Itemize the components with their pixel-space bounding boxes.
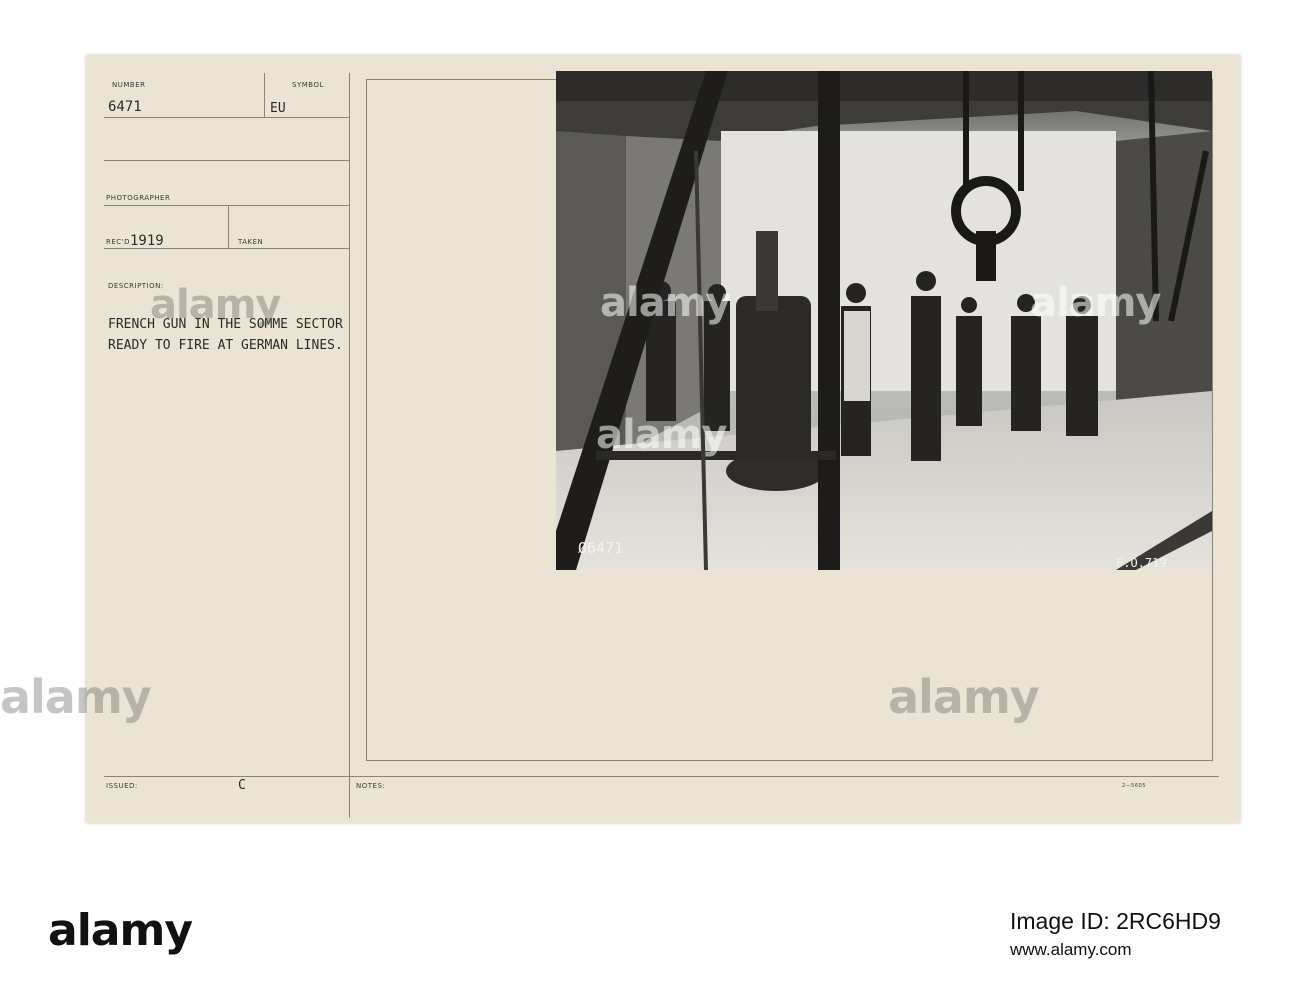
watermark-center-photo: alamy [600, 280, 731, 326]
mount-left [366, 79, 367, 760]
negative-number: Ø6471 [578, 539, 623, 557]
number-value: 6471 [108, 99, 142, 115]
taken-label: TAKEN [238, 238, 264, 246]
watermark-left: alamy [150, 282, 281, 328]
rule-2 [104, 160, 349, 161]
watermark-right-photo: alamy [1030, 280, 1161, 326]
notes-label: NOTES: [356, 782, 386, 790]
header-rule [104, 117, 349, 118]
rule-3 [104, 205, 349, 206]
recd-label: REC'D [106, 238, 130, 246]
watermark-mid-photo: alamy [596, 412, 727, 458]
photographer-label: PHOTOGRAPHER [106, 194, 171, 202]
description-line-2: READY TO FIRE AT GERMAN LINES. [108, 338, 343, 353]
brand-logo: alamy [48, 905, 193, 956]
header-divider [264, 73, 265, 118]
mount-bottom [366, 760, 1213, 761]
site-url: www.alamy.com [1010, 940, 1132, 959]
image-id: Image ID: 2RC6HD9 [1010, 908, 1221, 934]
issued-value: C [238, 778, 246, 793]
corner-code: F.O.719 [1116, 556, 1167, 570]
form-code: 2—5605 [1122, 783, 1146, 789]
symbol-value: EU [270, 101, 286, 116]
rule-4 [104, 248, 349, 249]
number-label: NUMBER [112, 81, 146, 89]
recd-value: 1919 [130, 233, 164, 249]
left-column-divider [349, 73, 350, 818]
issued-label: ISSUED: [106, 782, 138, 790]
symbol-label: SYMBOL [292, 81, 324, 89]
recd-divider [228, 205, 229, 249]
watermark-bottom-right: alamy [888, 670, 1040, 724]
watermark-bottom-left: alamy [0, 670, 152, 724]
attribution-band [0, 893, 1300, 982]
mount-right [1212, 79, 1213, 760]
bottom-rule [104, 776, 1219, 777]
